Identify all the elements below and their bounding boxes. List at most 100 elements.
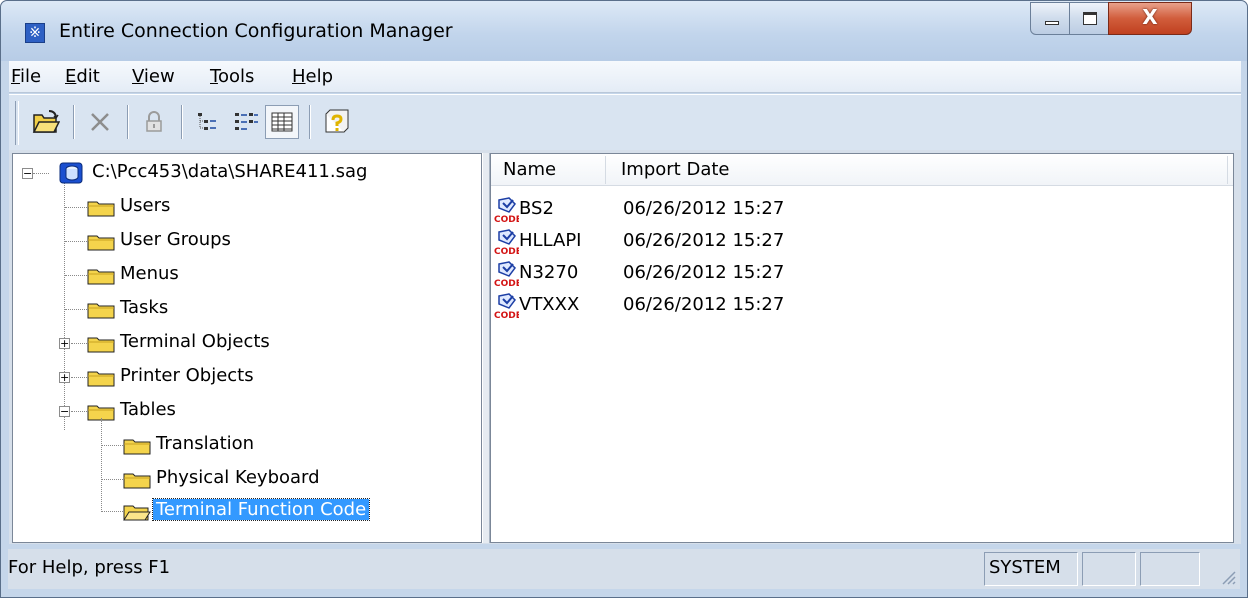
status-panel-3 bbox=[1140, 552, 1200, 586]
tree-view-button[interactable] bbox=[191, 105, 225, 139]
list-view-button[interactable] bbox=[265, 105, 299, 139]
tree-line bbox=[71, 377, 87, 378]
database-icon bbox=[59, 162, 83, 184]
list-item-name: VTXXX bbox=[519, 294, 580, 315]
minimize-button[interactable] bbox=[1030, 2, 1070, 35]
open-folder-button[interactable] bbox=[29, 105, 63, 139]
toolbar-separator bbox=[181, 105, 183, 139]
menu-edit[interactable]: Edit bbox=[65, 66, 100, 87]
tree-item-users-label: Users bbox=[120, 195, 171, 216]
list-view-icon bbox=[271, 112, 293, 132]
folder-icon bbox=[87, 201, 115, 217]
tree-line bbox=[101, 445, 123, 446]
menu-tools[interactable]: Tools bbox=[210, 66, 254, 87]
code-icon: CODE bbox=[494, 261, 519, 288]
folder-icon bbox=[87, 303, 115, 319]
column-header-import-date[interactable]: Import Date bbox=[621, 159, 729, 180]
title-bar[interactable]: ※ Entire Connection Configuration Manage… bbox=[1, 1, 1247, 61]
tree-line bbox=[65, 309, 87, 310]
menu-file-accel: F bbox=[11, 66, 21, 87]
maximize-icon bbox=[1083, 12, 1097, 25]
folder-icon bbox=[87, 371, 115, 387]
svg-text:CODE: CODE bbox=[494, 311, 519, 320]
folder-icon bbox=[87, 269, 115, 285]
close-button[interactable]: X bbox=[1108, 2, 1192, 35]
menu-edit-label: dit bbox=[76, 66, 100, 87]
list-item-date: 06/26/2012 15:27 bbox=[623, 294, 785, 315]
tree-line bbox=[101, 511, 123, 512]
list-item-date: 06/26/2012 15:27 bbox=[623, 262, 785, 283]
collapse-icon[interactable]: − bbox=[22, 168, 33, 179]
menu-help-accel: H bbox=[292, 66, 306, 87]
menu-bar: File Edit View Tools Help bbox=[9, 61, 1241, 93]
tree-view-icon bbox=[198, 113, 216, 130]
column-header-name[interactable]: Name bbox=[503, 159, 556, 180]
resize-grip-icon[interactable] bbox=[1218, 567, 1236, 585]
tree-item-terminal-function-code-label: Terminal Function Code bbox=[151, 498, 371, 521]
delete-button[interactable] bbox=[83, 105, 117, 139]
close-icon: X bbox=[1142, 5, 1158, 29]
collapse-icon[interactable]: − bbox=[59, 406, 70, 417]
tree-item-tasks-label: Tasks bbox=[120, 297, 169, 318]
context-help-button[interactable] bbox=[319, 105, 353, 139]
column-divider[interactable] bbox=[1227, 156, 1228, 184]
lock-icon bbox=[146, 111, 162, 132]
menu-help[interactable]: Help bbox=[292, 66, 333, 87]
svg-text:CODE: CODE bbox=[494, 247, 519, 256]
list-item-name: HLLAPI bbox=[519, 230, 582, 251]
open-folder-icon bbox=[123, 505, 151, 521]
tree-item-menus-label: Menus bbox=[120, 263, 179, 284]
expand-icon[interactable]: + bbox=[59, 372, 70, 383]
code-icon: CODE bbox=[494, 197, 519, 224]
list-item[interactable]: CODE HLLAPI 06/26/2012 15:27 bbox=[493, 226, 1213, 258]
menu-file-label: ile bbox=[20, 66, 42, 87]
svg-text:CODE: CODE bbox=[494, 215, 519, 224]
list-item[interactable]: CODE VTXXX 06/26/2012 15:27 bbox=[493, 290, 1213, 322]
folder-icon bbox=[87, 337, 115, 353]
status-text: For Help, press F1 bbox=[8, 557, 171, 578]
tree-item-translation-label: Translation bbox=[156, 433, 255, 454]
list-item-name: BS2 bbox=[519, 198, 554, 219]
menu-help-label: elp bbox=[305, 66, 334, 87]
window-title: Entire Connection Configuration Manager bbox=[59, 20, 453, 42]
context-help-icon bbox=[325, 109, 349, 133]
list-item[interactable]: CODE BS2 06/26/2012 15:27 bbox=[493, 194, 1213, 226]
maximize-button[interactable] bbox=[1069, 2, 1109, 35]
tree-pane[interactable]: − C:\Pcc453\data\SHARE411.sag Users User… bbox=[12, 153, 482, 543]
list-pane[interactable]: Name Import Date CODE BS2 06/26/2012 15:… bbox=[490, 153, 1234, 543]
app-icon[interactable]: ※ bbox=[25, 23, 45, 43]
delete-icon bbox=[91, 113, 109, 131]
list-item-name: N3270 bbox=[519, 262, 579, 283]
tree-line bbox=[33, 173, 49, 174]
tree-item-terminal-objects-label: Terminal Objects bbox=[120, 331, 270, 352]
tree-item-tables-label: Tables bbox=[120, 399, 176, 420]
toolbar-separator bbox=[309, 105, 311, 139]
status-panel-2 bbox=[1082, 552, 1136, 586]
tree-line bbox=[101, 479, 123, 480]
folder-icon bbox=[123, 473, 151, 489]
list-item-date: 06/26/2012 15:27 bbox=[623, 198, 785, 219]
list-item[interactable]: CODE N3270 06/26/2012 15:27 bbox=[493, 258, 1213, 290]
toolbar-grip[interactable] bbox=[15, 101, 19, 145]
expand-icon[interactable]: + bbox=[59, 338, 70, 349]
toolbar-separator bbox=[73, 105, 75, 139]
list-item-date: 06/26/2012 15:27 bbox=[623, 230, 785, 251]
column-divider[interactable] bbox=[605, 156, 606, 184]
toolbar-separator bbox=[127, 105, 129, 139]
svg-text:CODE: CODE bbox=[494, 279, 519, 288]
status-panel-user: SYSTEM bbox=[984, 552, 1078, 586]
lock-button[interactable] bbox=[137, 105, 171, 139]
menu-view[interactable]: View bbox=[132, 66, 175, 87]
open-folder-icon bbox=[32, 110, 61, 133]
tree-line bbox=[71, 411, 87, 412]
folder-icon bbox=[87, 235, 115, 251]
toolbar bbox=[9, 94, 1241, 150]
menu-file[interactable]: File bbox=[11, 66, 41, 87]
tree-line bbox=[71, 343, 87, 344]
tree-root-label: C:\Pcc453\data\SHARE411.sag bbox=[92, 161, 368, 182]
tree-line bbox=[101, 418, 102, 510]
status-bar: For Help, press F1 SYSTEM bbox=[8, 549, 1240, 589]
pane-splitter[interactable] bbox=[482, 153, 490, 543]
details-view-button[interactable] bbox=[229, 105, 263, 139]
menu-edit-accel: E bbox=[65, 66, 77, 87]
